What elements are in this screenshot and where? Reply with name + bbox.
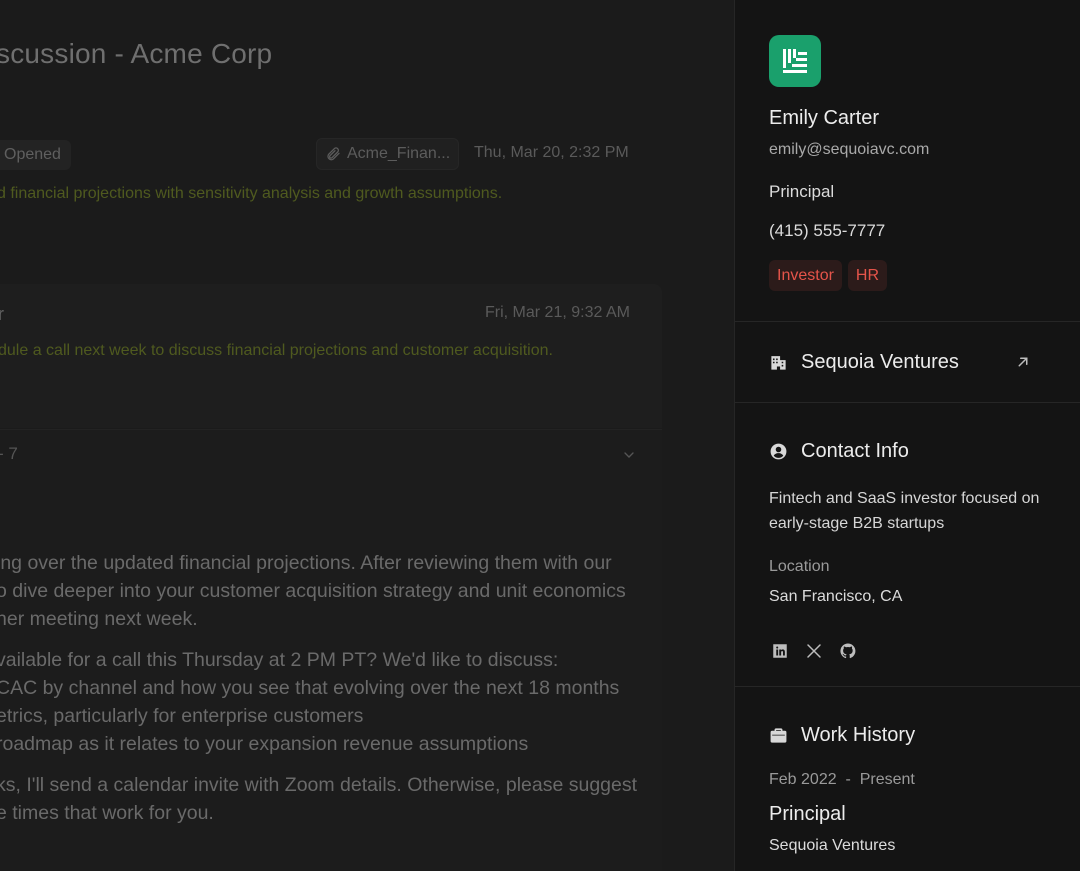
message-sender: r	[0, 304, 4, 324]
arrow-up-right-icon[interactable]	[1014, 353, 1032, 371]
user-circle-icon	[770, 443, 787, 460]
end-date: Present	[859, 771, 915, 788]
contact-info-heading: Contact Info	[769, 440, 909, 463]
work-history-role: Principal	[769, 803, 846, 825]
work-history-heading: Work History	[769, 724, 915, 747]
x-icon[interactable]	[805, 642, 823, 660]
work-history-company: Sequoia Ventures	[769, 837, 896, 854]
building-icon	[771, 356, 786, 370]
location-label: Location	[769, 558, 830, 575]
divider	[735, 686, 1080, 687]
company-name: Sequoia Ventures	[801, 351, 959, 373]
company-link[interactable]: Sequoia Ventures	[769, 351, 959, 374]
message-summary: d financial projections with sensitivity…	[0, 185, 503, 202]
chevron-down-icon[interactable]	[621, 447, 637, 463]
section-title: Work History	[801, 724, 916, 746]
divider	[735, 402, 1080, 403]
opened-status-badge: Opened	[0, 140, 71, 170]
linkedin-icon[interactable]	[771, 642, 789, 660]
message-summary: dule a call next week to discuss financi…	[0, 342, 553, 359]
paperclip-icon	[327, 147, 340, 161]
tag-investor[interactable]: Investor	[769, 260, 842, 291]
message-date: Thu, Mar 20, 2:32 PM	[474, 144, 629, 161]
body-line: roadmap as it relates to your expansion …	[0, 733, 529, 755]
body-line: vailable for a call this Thursday at 2 P…	[0, 649, 559, 671]
body-line: ks, I'll send a calendar invite with Zoo…	[0, 774, 638, 796]
body-line: CAC by channel and how you see that evol…	[0, 677, 620, 699]
work-history-dates: Feb 2022 - Present	[769, 771, 915, 789]
collapsed-label: - 7	[0, 444, 18, 463]
contact-name: Emily Carter	[769, 107, 880, 129]
tag-list: Investor HR	[769, 260, 888, 291]
date-separator: -	[845, 771, 851, 788]
contact-description: Fintech and SaaS investor focused on ear…	[769, 490, 1040, 532]
body-line: her meeting next week.	[0, 608, 198, 630]
ledger-logo-icon	[769, 35, 821, 87]
contact-email[interactable]: emily@sequoiavc.com	[769, 141, 929, 159]
attachment-name: Acme_Finan...	[347, 145, 451, 162]
email-thread: scussion - Acme Corp Opened Acme_Finan..…	[0, 0, 734, 871]
message-body: ing over the updated financial projectio…	[0, 549, 637, 827]
contact-title: Principal	[769, 182, 835, 201]
body-line: e times that work for you.	[0, 802, 214, 824]
divider	[735, 321, 1080, 322]
body-line: ing over the updated financial projectio…	[0, 552, 612, 574]
contact-panel: Emily Carter emily@sequoiavc.com Princip…	[734, 0, 1080, 871]
location-value: San Francisco, CA	[769, 588, 903, 605]
message-date: Fri, Mar 21, 9:32 AM	[485, 304, 630, 321]
social-links	[771, 642, 857, 660]
section-title: Contact Info	[801, 440, 909, 462]
attachment-chip[interactable]: Acme_Finan...	[316, 138, 460, 170]
body-line: o dive deeper into your customer acquisi…	[0, 580, 626, 602]
thread-title: scussion - Acme Corp	[0, 38, 273, 69]
contact-phone[interactable]: (415) 555-7777	[769, 221, 885, 241]
tag-hr[interactable]: HR	[847, 260, 888, 291]
start-date: Feb 2022	[769, 771, 837, 788]
briefcase-icon	[770, 728, 787, 743]
github-icon[interactable]	[839, 642, 857, 660]
body-line: etrics, particularly for enterprise cust…	[0, 705, 364, 727]
